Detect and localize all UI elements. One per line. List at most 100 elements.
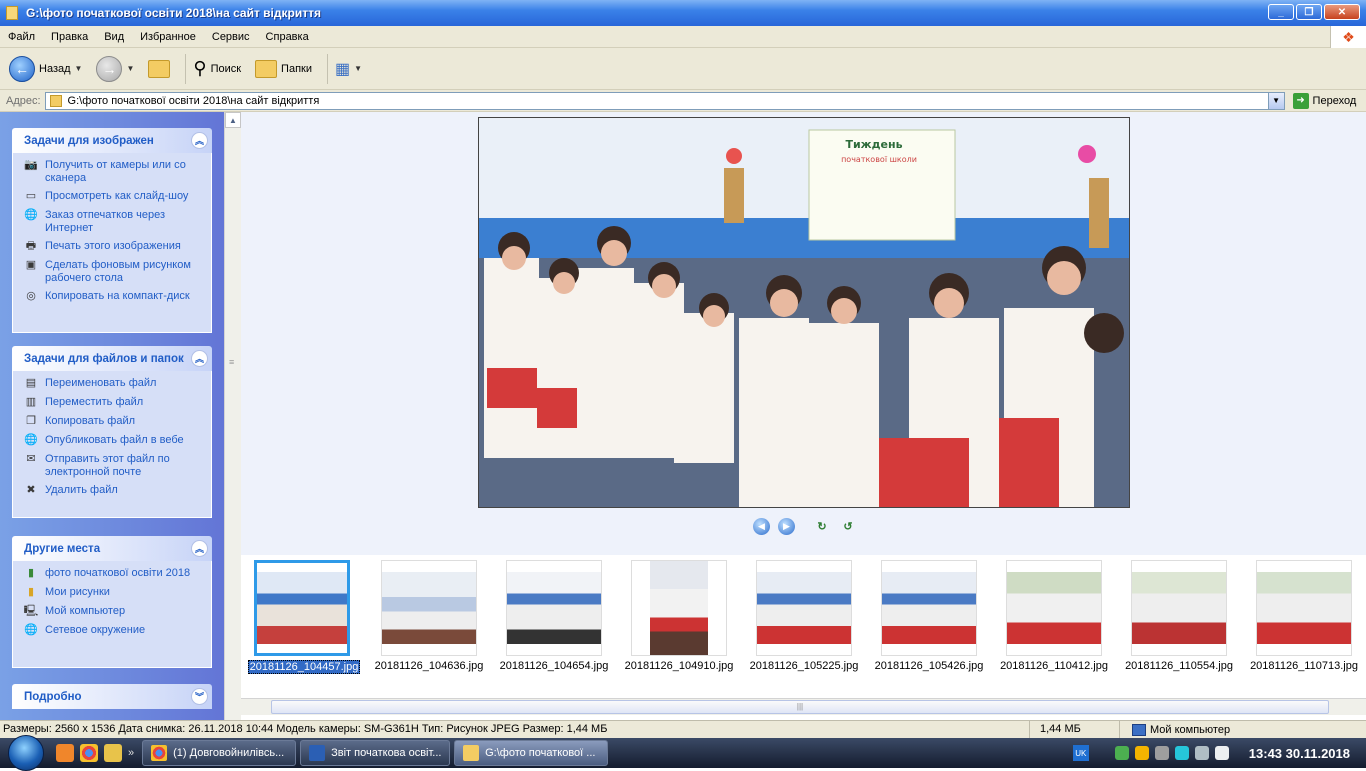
- next-image-button[interactable]: ▶: [778, 518, 795, 535]
- details-header[interactable]: Подробно ︾: [12, 684, 212, 709]
- folder-icon: [463, 745, 480, 761]
- rotate-counterclockwise-button[interactable]: ↺: [839, 520, 857, 534]
- chevron-down-icon[interactable]: ▼: [126, 64, 134, 73]
- thumbnail[interactable]: [1131, 560, 1227, 656]
- preview-controls: ◀ ▶ ↻ ↺: [753, 518, 857, 535]
- place-network[interactable]: 🌐 Сетевое окружение: [23, 624, 203, 638]
- task-order-prints[interactable]: 🌐 Заказ отпечатков через Интернет: [23, 209, 203, 235]
- preview-photo[interactable]: Тиждень початкової школи: [478, 117, 1130, 508]
- task-publish-web[interactable]: 🌐 Опубликовать файл в вебе: [23, 434, 203, 448]
- thumbnail-label[interactable]: 20181126_104910.jpg: [617, 660, 741, 672]
- thumbnail-label[interactable]: 20181126_104654.jpg: [492, 660, 616, 672]
- quicklaunch-more-icon[interactable]: »: [128, 747, 134, 759]
- envelope-icon: ✉: [26, 453, 36, 465]
- expand-icon[interactable]: ︾: [191, 688, 208, 705]
- task-slideshow[interactable]: ▭ Просмотреть как слайд-шоу: [23, 190, 203, 204]
- task-get-from-camera[interactable]: 📷 Получить от камеры или со сканера: [23, 159, 203, 185]
- thumbnail[interactable]: [381, 560, 477, 656]
- maximize-button[interactable]: ❐: [1296, 4, 1322, 20]
- place-my-pictures[interactable]: ▮ Мои рисунки: [23, 586, 203, 600]
- task-pane-scrollbar[interactable]: ▲ ≡: [224, 112, 241, 720]
- task-chrome[interactable]: (1) Довговойнилівсь...: [142, 740, 297, 766]
- network-icon[interactable]: [1114, 746, 1129, 760]
- task-copy-to-cd[interactable]: ◎ Копировать на компакт-диск: [23, 290, 203, 304]
- tray-app-icon[interactable]: [1134, 746, 1149, 760]
- search-button[interactable]: ⚲ Поиск: [190, 52, 244, 86]
- collapse-icon[interactable]: ︽: [191, 132, 208, 149]
- thumbnail-label[interactable]: 20181126_104457.jpg: [248, 660, 360, 674]
- language-indicator[interactable]: UK: [1072, 745, 1089, 761]
- place-my-computer[interactable]: 🖳 Мой компьютер: [23, 605, 203, 619]
- menu-favorites[interactable]: Избранное: [132, 31, 204, 43]
- task-word[interactable]: Звіт початкова освіт...: [300, 740, 451, 766]
- go-button[interactable]: ➜ Переход: [1292, 92, 1357, 109]
- thumbnail[interactable]: [756, 560, 852, 656]
- chevron-down-icon[interactable]: ▼: [75, 64, 83, 73]
- status-bar: Размеры: 2560 x 1536 Дата снимка: 26.11.…: [0, 720, 1366, 739]
- copy-icon: ❐: [26, 415, 36, 427]
- address-dropdown-icon[interactable]: ▼: [1267, 92, 1284, 109]
- thumbnail[interactable]: [506, 560, 602, 656]
- folders-button[interactable]: Папки: [252, 52, 315, 86]
- clock[interactable]: 13:43 30.11.2018: [1249, 746, 1350, 761]
- thumbnail-label[interactable]: 20181126_110713.jpg: [1242, 660, 1366, 672]
- collapse-icon[interactable]: ︽: [191, 540, 208, 557]
- previous-image-button[interactable]: ◀: [753, 518, 770, 535]
- other-places-header[interactable]: Другие места ︽: [12, 536, 212, 561]
- views-button[interactable]: ▦ ▼: [332, 52, 365, 86]
- filmstrip: 20181126_104457.jpg 20181126_104636.jpg …: [241, 555, 1366, 698]
- task-print-image[interactable]: 🖶 Печать этого изображения: [23, 240, 203, 254]
- chevron-down-icon[interactable]: ▼: [354, 64, 362, 73]
- minimize-button[interactable]: _: [1268, 4, 1294, 20]
- thumbnail[interactable]: [254, 560, 350, 656]
- quicklaunch-app-icon[interactable]: [104, 744, 122, 762]
- thumbnail-label[interactable]: 20181126_105426.jpg: [867, 660, 991, 672]
- menu-help[interactable]: Справка: [258, 31, 317, 43]
- quicklaunch-app-icon[interactable]: [56, 744, 74, 762]
- go-label: Переход: [1312, 94, 1357, 107]
- menu-file[interactable]: Файл: [0, 31, 43, 43]
- details-title: Подробно: [24, 690, 82, 703]
- file-tasks-header[interactable]: Задачи для файлов и папок ︽: [12, 346, 212, 371]
- collapse-icon[interactable]: ︽: [191, 350, 208, 367]
- file-tasks-panel: Задачи для файлов и папок ︽ ▤ Переименова…: [12, 346, 212, 518]
- up-folder-button[interactable]: [145, 52, 173, 86]
- thumbnail[interactable]: [881, 560, 977, 656]
- thumbnail[interactable]: [1006, 560, 1102, 656]
- place-parent-folder[interactable]: ▮ фото початкової освіти 2018: [23, 567, 203, 581]
- toolbar-separator: [326, 53, 328, 84]
- close-button[interactable]: ✕: [1324, 4, 1360, 20]
- task-rename-file[interactable]: ▤ Переименовать файл: [23, 377, 203, 391]
- power-icon[interactable]: [1214, 746, 1229, 760]
- volume-icon[interactable]: [1194, 746, 1209, 760]
- task-set-wallpaper[interactable]: ▣ Сделать фоновым рисунком рабочего стола: [23, 259, 203, 285]
- thumbnail[interactable]: [1256, 560, 1352, 656]
- folder-icon: [6, 6, 18, 20]
- chrome-icon[interactable]: [80, 744, 98, 762]
- thumbnail-label[interactable]: 20181126_110554.jpg: [1117, 660, 1241, 672]
- scroll-up-icon[interactable]: ▲: [225, 112, 241, 128]
- back-button[interactable]: ← Назад ▼: [6, 52, 85, 86]
- thumbnail-label[interactable]: 20181126_104636.jpg: [367, 660, 491, 672]
- task-copy-file[interactable]: ❐ Копировать файл: [23, 415, 203, 429]
- start-button[interactable]: [8, 735, 44, 771]
- tray-app-icon[interactable]: [1174, 746, 1189, 760]
- tray-app-icon[interactable]: [1154, 746, 1169, 760]
- thumbnail[interactable]: [631, 560, 727, 656]
- task-explorer[interactable]: G:\фото початкової ...: [454, 740, 609, 766]
- thumbnail-label[interactable]: 20181126_105225.jpg: [742, 660, 866, 672]
- menu-edit[interactable]: Правка: [43, 31, 96, 43]
- image-tasks-header[interactable]: Задачи для изображен ︽: [12, 128, 212, 153]
- task-move-file[interactable]: ▥ Переместить файл: [23, 396, 203, 410]
- rotate-clockwise-button[interactable]: ↻: [813, 520, 831, 534]
- filmstrip-scrollbar[interactable]: |||: [241, 698, 1366, 715]
- scrollbar-thumb[interactable]: |||: [271, 700, 1329, 714]
- forward-button[interactable]: → ▼: [93, 52, 137, 86]
- thumbnail-label[interactable]: 20181126_110412.jpg: [992, 660, 1116, 672]
- task-email-file[interactable]: ✉ Отправить этот файл по электронной почт…: [23, 453, 203, 479]
- task-delete-file[interactable]: ✖ Удалить файл: [23, 484, 203, 498]
- menu-view[interactable]: Вид: [96, 31, 132, 43]
- address-input[interactable]: G:\фото початкової освіти 2018\на сайт в…: [44, 91, 1285, 110]
- thumbnail-image: [650, 561, 708, 655]
- menu-tools[interactable]: Сервис: [204, 31, 258, 43]
